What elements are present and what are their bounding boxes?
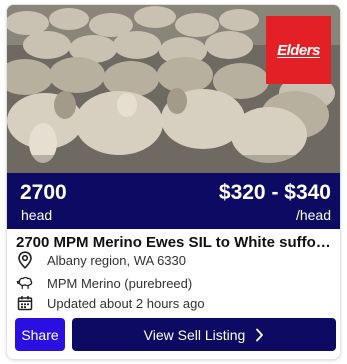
breed-text: MPM Merino (purebreed) (47, 275, 193, 291)
location-text: Albany region, WA 6330 (47, 252, 186, 268)
calendar-icon (16, 294, 34, 312)
updated-row: Updated about 2 hours ago (16, 293, 205, 313)
chevron-right-icon (255, 328, 264, 342)
listing-banner: 2700 head $320 - $340 /head (7, 173, 340, 229)
share-button[interactable]: Share (15, 318, 65, 351)
elders-logo: Elders (266, 16, 331, 84)
listing-photo[interactable]: Elders (7, 5, 340, 173)
price-range: $320 - $340 (218, 181, 331, 204)
map-pin-icon (16, 251, 34, 269)
listing-title[interactable]: 2700 MPM Merino Ewes SIL to White suffol… (16, 234, 334, 251)
quantity-unit: head (21, 207, 53, 223)
listing-card[interactable]: Elders 2700 head $320 - $340 /head 2700 … (7, 5, 340, 359)
updated-text: Updated about 2 hours ago (47, 295, 205, 311)
price-unit: /head (295, 207, 331, 223)
view-sell-listing-label: View Sell Listing (143, 326, 246, 343)
breed-row: MPM Merino (purebreed) (16, 273, 192, 293)
view-sell-listing-button[interactable]: View Sell Listing (72, 318, 336, 351)
logo-text: Elders (277, 41, 320, 59)
location-row: Albany region, WA 6330 (16, 250, 186, 270)
sheep-icon (16, 274, 34, 292)
quantity-value: 2700 (20, 181, 67, 204)
